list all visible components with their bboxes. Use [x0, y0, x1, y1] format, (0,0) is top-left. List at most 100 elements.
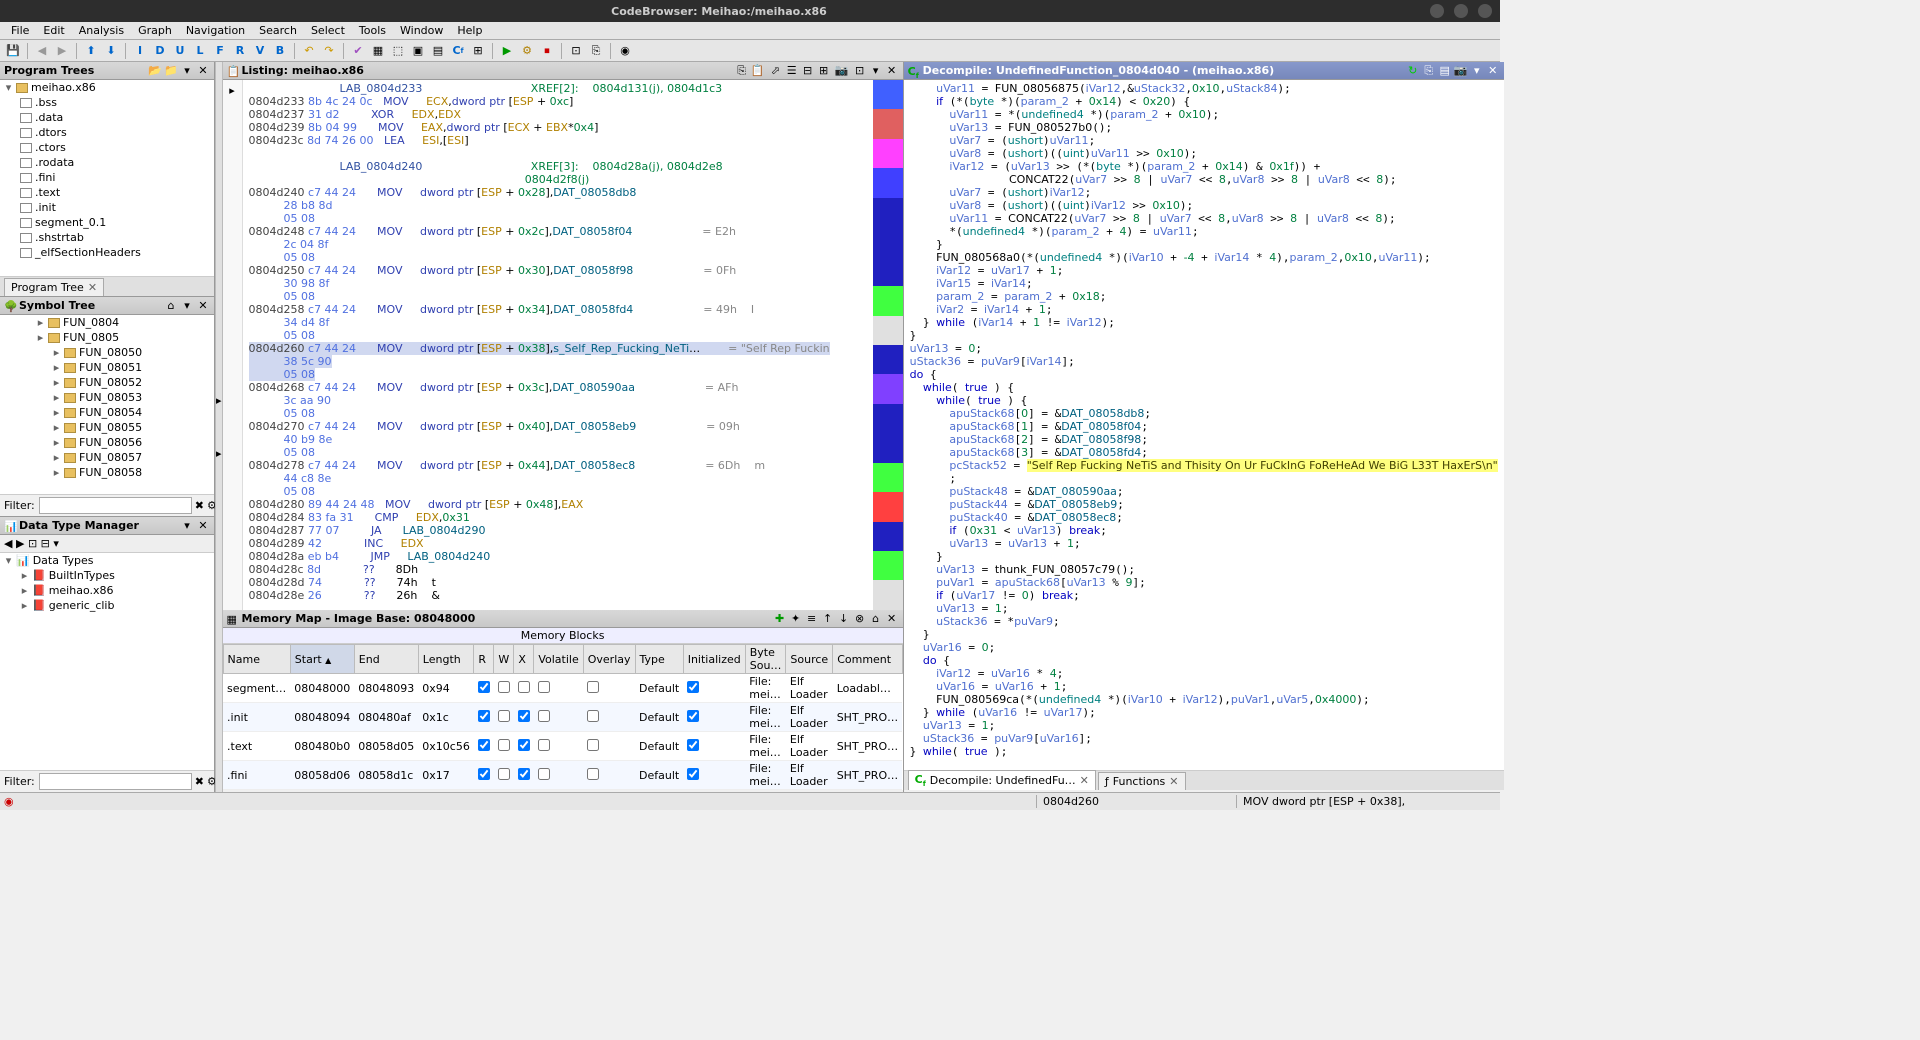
tree-item[interactable]: .init [0, 200, 214, 215]
menu-graph[interactable]: Graph [131, 24, 179, 37]
menu-select[interactable]: Select [304, 24, 352, 37]
mark-f-icon[interactable]: F [212, 43, 228, 59]
checkbox[interactable] [498, 681, 510, 693]
mark-r-icon[interactable]: R [232, 43, 248, 59]
datatype-filter-input[interactable] [39, 773, 192, 790]
mark-u-icon[interactable]: U [172, 43, 188, 59]
close-icon[interactable]: ✕ [885, 64, 899, 78]
checkbox[interactable] [518, 739, 530, 751]
ext-icon[interactable]: ▾ [869, 64, 883, 78]
decompile-view[interactable]: uVar11 = FUN_08056875(iVar12,&uStack32,0… [904, 80, 1504, 770]
add-icon[interactable]: ✚ [773, 612, 787, 626]
close-button[interactable] [1478, 4, 1492, 18]
column-header[interactable]: End [354, 645, 418, 674]
checkbox[interactable] [538, 768, 550, 780]
column-header[interactable]: Overlay [583, 645, 635, 674]
copy-icon[interactable]: ⎘ [1422, 64, 1436, 78]
back-icon[interactable]: ◀ [4, 537, 12, 550]
mark-v-icon[interactable]: V [252, 43, 268, 59]
tool3-icon[interactable]: ⊞ [470, 43, 486, 59]
menu-analysis[interactable]: Analysis [72, 24, 131, 37]
tree-item[interactable]: .text [0, 185, 214, 200]
menu-icon[interactable]: ▾ [180, 64, 194, 78]
square-icon[interactable]: ▦ [370, 43, 386, 59]
undo-icon[interactable]: ↶ [301, 43, 317, 59]
checkbox[interactable] [687, 768, 699, 780]
camera-icon[interactable]: 📷 [1454, 64, 1468, 78]
tree-item[interactable]: ▸ FUN_08050 [0, 345, 214, 360]
column-header[interactable]: Length [418, 645, 474, 674]
home-icon[interactable]: ⌂ [869, 612, 883, 626]
menu-tools[interactable]: Tools [352, 24, 393, 37]
table-row[interactable]: .rodata08058d200805a89f0x1b80DefaultFile… [223, 790, 902, 791]
listing-view[interactable]: ▸ LAB_0804d233 XREF[2]: 0804d131(j), 080… [223, 80, 903, 610]
tree-item[interactable]: ▸ FUN_08054 [0, 405, 214, 420]
hover-icon[interactable]: ☰ [785, 64, 799, 78]
menu-navigation[interactable]: Navigation [179, 24, 252, 37]
tree-item[interactable]: ▸📕 meihao.x86 [0, 583, 214, 598]
nav-next-icon[interactable]: ⬇ [103, 43, 119, 59]
export-icon[interactable]: ▤ [1438, 64, 1452, 78]
run-icon[interactable]: ▶ [499, 43, 515, 59]
column-header[interactable]: Source [786, 645, 833, 674]
mark-i-icon[interactable]: I [132, 43, 148, 59]
collapse-icon[interactable]: ⊟ [41, 537, 50, 550]
window-icon[interactable]: ⊡ [568, 43, 584, 59]
checkbox[interactable] [478, 739, 490, 751]
cursor-icon[interactable]: ⬀ [769, 64, 783, 78]
tab-decompile[interactable]: CfDecompile: UndefinedFu…✕ [908, 770, 1096, 790]
menu-window[interactable]: Window [393, 24, 450, 37]
tool2-icon[interactable]: ▤ [430, 43, 446, 59]
home-icon[interactable]: ⌂ [164, 299, 178, 313]
menu-icon[interactable]: ▾ [180, 299, 194, 313]
checkbox[interactable] [478, 681, 490, 693]
tree-item[interactable]: .fini [0, 170, 214, 185]
menu-help[interactable]: Help [450, 24, 489, 37]
menu-icon[interactable]: ▾ [1470, 64, 1484, 78]
up-icon[interactable]: ↑ [821, 612, 835, 626]
binary-icon[interactable]: ⬚ [390, 43, 406, 59]
menu-file[interactable]: File [4, 24, 36, 37]
tree-item[interactable]: .data [0, 110, 214, 125]
checkbox[interactable] [587, 710, 599, 722]
format-icon[interactable]: ⊟ [801, 64, 815, 78]
close-icon[interactable]: ✕ [88, 281, 97, 294]
copy-icon[interactable]: ⎘ [735, 64, 749, 78]
tree-item[interactable]: ▸ FUN_08056 [0, 435, 214, 450]
clear-icon[interactable]: ✖ [195, 499, 204, 513]
checkbox[interactable] [587, 739, 599, 751]
memory-map-table[interactable]: NameStart ▲EndLengthRWXVolatileOverlayTy… [223, 644, 903, 790]
tool-icon[interactable]: ⊗ [853, 612, 867, 626]
gear-icon[interactable]: ⚙ [519, 43, 535, 59]
tree-item[interactable]: segment_0.1 [0, 215, 214, 230]
tree-item[interactable]: ▸📕 BuiltInTypes [0, 568, 214, 583]
tree-item[interactable]: ▸ FUN_08052 [0, 375, 214, 390]
tree-item[interactable]: .rodata [0, 155, 214, 170]
nav-icon[interactable]: ✦ [789, 612, 803, 626]
close-icon[interactable]: ✕ [1486, 64, 1500, 78]
checkbox[interactable] [518, 681, 530, 693]
tree-item[interactable]: ▸ FUN_08058 [0, 465, 214, 480]
checkbox[interactable] [478, 710, 490, 722]
copy-icon[interactable]: ⎘ [588, 43, 604, 59]
tool-icon[interactable]: ⊡ [853, 64, 867, 78]
column-header[interactable]: W [494, 645, 514, 674]
checkbox[interactable] [518, 710, 530, 722]
column-header[interactable]: Volatile [534, 645, 583, 674]
column-header[interactable]: Type [635, 645, 683, 674]
close-icon[interactable]: ✕ [196, 519, 210, 533]
tree-item[interactable]: .dtors [0, 125, 214, 140]
checkbox[interactable] [538, 710, 550, 722]
checkbox[interactable] [538, 739, 550, 751]
column-header[interactable]: Comment [833, 645, 902, 674]
table-row[interactable]: .init08048094080480af0x1cDefaultFile: me… [223, 703, 902, 732]
checkbox[interactable] [498, 710, 510, 722]
cf-icon[interactable]: Cf [450, 43, 466, 59]
table-row[interactable]: segment…08048000080480930x94DefaultFile:… [223, 674, 902, 703]
nav-prev-icon[interactable]: ⬆ [83, 43, 99, 59]
checkbox[interactable] [687, 681, 699, 693]
listing-overview[interactable] [873, 80, 903, 610]
tab-functions[interactable]: ƒFunctions✕ [1098, 772, 1186, 790]
refresh-icon[interactable]: ↻ [1406, 64, 1420, 78]
close-icon[interactable]: ✕ [196, 64, 210, 78]
